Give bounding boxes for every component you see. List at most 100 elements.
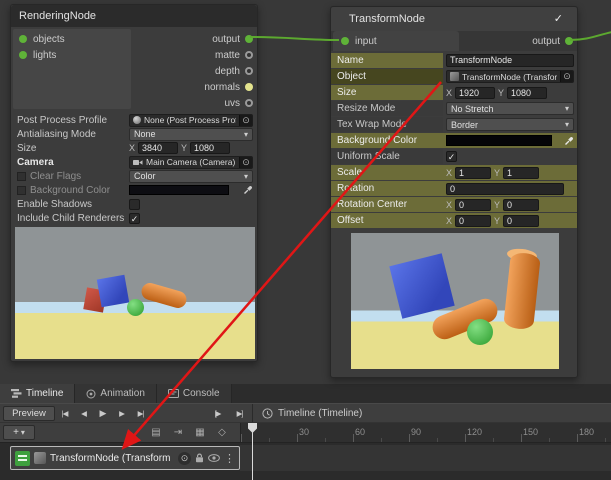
play-button[interactable]: ▶ [93,406,112,421]
show-markers-icon[interactable]: ◇ [212,425,232,441]
object-picker-button[interactable]: ⊙ [239,156,252,169]
antialiasing-mode-label: Antialiasing Mode [17,129,129,140]
output-port[interactable]: output [532,31,573,51]
port-label: lights [33,50,56,61]
object-asset-icon [34,452,46,464]
transform-node-ports: input output [331,31,577,51]
mix-mode-icon[interactable]: ▤ [146,425,166,441]
transform-node-preview [351,233,559,369]
scale-y-input[interactable]: 1 [503,167,539,179]
rendering-node[interactable]: RenderingNode objects lights output matt… [10,4,258,362]
rotation-center-x-input[interactable]: 0 [455,199,491,211]
uniform-scale-label: Uniform Scale [331,149,443,164]
port-label: normals [204,82,240,93]
input-port-lights[interactable]: lights [13,47,131,63]
object-picker-button[interactable]: ⊙ [178,452,191,465]
timeline-ruler[interactable]: 30 60 90 120 150 180 [240,423,611,443]
output-port-output[interactable]: output [212,31,253,47]
name-input[interactable]: TransformNode [446,54,574,67]
transform-node-header: TransformNode ✓ [331,7,577,31]
resize-mode-row: Resize Mode No Stretch ▾ [331,101,577,116]
object-picker-button[interactable]: ⊙ [239,114,252,127]
offset-y-input[interactable]: 0 [503,215,539,227]
output-port-normals[interactable]: normals [204,79,253,95]
prev-frame-button[interactable]: ◀ [74,406,93,421]
rotation-input[interactable]: 0 [446,183,564,195]
y-axis-label: Y [498,88,504,98]
port-dot-icon [565,37,573,45]
wire-output-to-input[interactable] [250,37,339,40]
tex-wrap-mode-dropdown[interactable]: Border ▾ [446,118,574,131]
output-port-uvs[interactable]: uvs [224,95,253,111]
ruler-tick-label: 150 [523,427,538,437]
ruler-tick-label: 180 [579,427,594,437]
rotation-center-y-input[interactable]: 0 [503,199,539,211]
clock-icon [262,408,273,419]
timeline-asset-breadcrumb[interactable]: Timeline (Timeline) [262,404,362,423]
skip-end-button[interactable]: ▶| [131,406,150,421]
uniform-scale-checkbox[interactable]: ✓ [446,151,457,162]
panel-tabbar: Timeline Animation Console [0,384,611,403]
animation-icon [86,389,96,399]
eye-icon[interactable] [208,454,220,462]
green-sphere-shape [467,319,493,345]
eyedropper-icon[interactable] [243,185,253,195]
track-options-icon[interactable]: ⋮ [224,452,235,465]
tab-animation[interactable]: Animation [75,384,156,403]
object-field[interactable]: TransformNode (Transform Node ⊙ [446,70,574,83]
rendering-node-ports: objects lights output matte depth nor [11,27,257,111]
tab-timeline[interactable]: Timeline [0,384,75,403]
object-picker-button[interactable]: ⊙ [560,70,573,83]
offset-x-input[interactable]: 0 [455,215,491,227]
rotation-center-label: Rotation Center [331,197,443,212]
input-port[interactable]: input [333,31,459,51]
ripple-mode-icon[interactable]: ⇥ [168,425,188,441]
track-clip-lane[interactable] [240,445,611,471]
next-frame-button[interactable]: ▶ [112,406,131,421]
tab-console[interactable]: Console [157,384,232,403]
transform-node-title: TransformNode [349,7,425,31]
output-port-depth[interactable]: depth [215,63,253,79]
enable-shadows-checkbox[interactable] [129,199,140,210]
background-color-swatch[interactable] [446,135,552,146]
y-axis-label: Y [181,143,187,153]
antialiasing-mode-dropdown[interactable]: None ▾ [129,128,253,141]
tabbar-empty-space [232,384,611,403]
rendering-node-title: RenderingNode [11,5,257,27]
replace-mode-icon[interactable]: ▦ [190,425,210,441]
transform-node[interactable]: TransformNode ✓ input output Name Transf… [330,6,578,378]
override-checkbox[interactable] [17,172,26,181]
post-process-profile-row: Post Process Profile None (Post Process … [11,113,257,127]
post-process-profile-field[interactable]: None (Post Process Profile) ⊙ [129,114,253,127]
transform-node-track[interactable]: TransformNode (Transform ⊙ ⋮ [10,446,240,470]
camera-icon [133,159,143,166]
resize-mode-dropdown[interactable]: No Stretch ▾ [446,102,574,115]
scale-x-input[interactable]: 1 [455,167,491,179]
override-checkbox[interactable] [17,186,26,195]
play-range-start-button[interactable]: [▶ [208,406,227,421]
input-port-objects[interactable]: objects [13,31,131,47]
lock-icon[interactable] [195,453,204,463]
ruler-tick-label: 60 [355,427,365,437]
add-track-button[interactable]: + ▾ [3,425,35,440]
include-child-renderers-checkbox[interactable]: ✓ [129,213,140,224]
size-x-input[interactable]: 1920 [455,87,495,99]
preview-toggle-button[interactable]: Preview [3,406,55,421]
node-enabled-checkbox[interactable]: ✓ [554,7,563,31]
clear-flags-dropdown[interactable]: Color ▾ [129,170,253,183]
eyedropper-icon[interactable] [564,136,574,146]
output-port-matte[interactable]: matte [215,47,253,63]
size-y-input[interactable]: 1080 [507,87,547,99]
object-label: Object [331,69,443,84]
rendering-node-inputs-panel: objects lights [13,29,131,109]
size-y-input[interactable]: 1080 [190,142,230,154]
size-x-input[interactable]: 3840 [138,142,178,154]
chevron-down-icon: ▾ [565,104,569,113]
skip-start-button[interactable]: |◀ [55,406,74,421]
scale-label: Scale [331,165,443,180]
play-range-end-button[interactable]: ▶] [230,406,249,421]
camera-field[interactable]: Main Camera (Camera) ⊙ [129,156,253,169]
background-color-swatch[interactable] [129,185,229,195]
enable-shadows-label: Enable Shadows [17,199,129,210]
port-dot-icon [19,51,27,59]
